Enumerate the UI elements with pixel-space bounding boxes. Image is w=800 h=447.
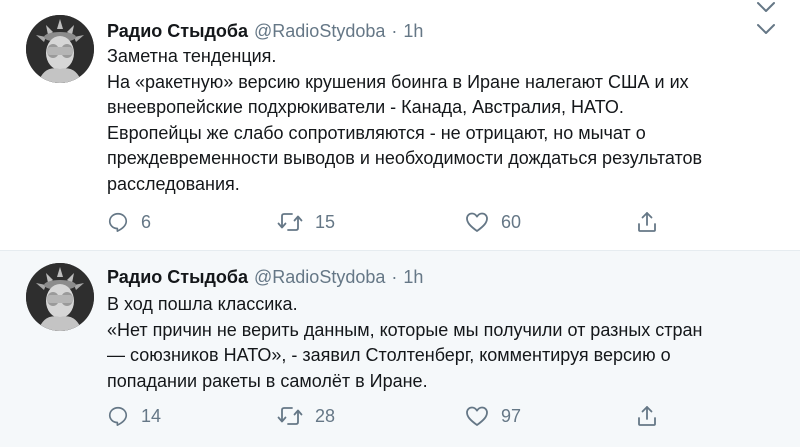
tweet-text-line: преждевременности выводов и необходимост… bbox=[107, 148, 703, 168]
tweet-actions: 14 28 97 bbox=[107, 401, 787, 431]
chevron-down-icon bbox=[757, 2, 775, 12]
tweet-text-line: попадании ракеты в самолёт в Иране. bbox=[107, 370, 428, 391]
tweet-feed: Радио Стыдоба @RadioStydoba · 1h Заметна… bbox=[0, 0, 800, 447]
retweet-icon bbox=[277, 407, 303, 425]
tweet-text-line: «Нет причин не верить данным, которые мы… bbox=[107, 319, 703, 340]
like-button[interactable]: 97 bbox=[465, 401, 521, 431]
like-button[interactable]: 60 bbox=[465, 207, 521, 237]
tweet-header: Радио Стыдоба @RadioStydoba · 1h bbox=[107, 18, 423, 44]
retweet-button[interactable]: 15 bbox=[277, 207, 335, 237]
reply-count: 6 bbox=[141, 211, 152, 232]
tweet[interactable]: Радио Стыдоба @RadioStydoba · 1h Заметна… bbox=[0, 0, 800, 250]
reply-count: 14 bbox=[141, 405, 162, 426]
tweet-menu-button[interactable] bbox=[756, 22, 776, 36]
like-icon bbox=[466, 406, 488, 426]
tweet-text-line: внеевропейские подхрюкиватели - Канада, … bbox=[107, 97, 624, 117]
avatar[interactable] bbox=[26, 15, 94, 83]
retweet-button[interactable]: 28 bbox=[277, 401, 335, 431]
separator-dot: · bbox=[391, 266, 398, 287]
tweet-text-line: Заметна тенденция. bbox=[107, 46, 277, 66]
tweet-menu-button[interactable] bbox=[756, 0, 776, 14]
reply-icon bbox=[108, 406, 128, 426]
tweet-text-line: На «ракетную» версию крушения боинга в И… bbox=[107, 71, 689, 92]
reply-button[interactable]: 14 bbox=[107, 401, 161, 431]
timestamp[interactable]: 1h bbox=[403, 21, 423, 42]
like-count: 97 bbox=[501, 405, 522, 426]
avatar[interactable] bbox=[26, 263, 94, 331]
separator-dot: · bbox=[391, 20, 398, 41]
chevron-down-icon bbox=[757, 24, 775, 34]
author-handle[interactable]: @RadioStydoba bbox=[254, 267, 385, 288]
tweet-text-line: расследования. bbox=[107, 173, 240, 194]
share-icon bbox=[638, 406, 656, 426]
tweet-header: Радио Стыдоба @RadioStydoba · 1h bbox=[107, 264, 423, 290]
tweet-text: В ход пошла классика. «Нет причин не вер… bbox=[107, 292, 787, 394]
like-count: 60 bbox=[501, 211, 522, 232]
retweet-icon bbox=[277, 213, 303, 231]
tweet-text-line: — союзников НАТО», - заявил Столтенберг,… bbox=[107, 345, 671, 365]
author-name[interactable]: Радио Стыдоба bbox=[107, 267, 248, 288]
retweet-count: 28 bbox=[315, 405, 336, 426]
tweet-text-line: Европейцы же слабо сопротивляются - не о… bbox=[107, 122, 646, 143]
like-icon bbox=[466, 212, 488, 232]
tweet-actions: 6 15 60 bbox=[107, 207, 787, 237]
share-button[interactable] bbox=[635, 207, 659, 237]
tweet-text-line: В ход пошла классика. bbox=[107, 294, 298, 314]
timestamp[interactable]: 1h bbox=[403, 267, 423, 288]
author-handle[interactable]: @RadioStydoba bbox=[254, 21, 385, 42]
share-icon bbox=[638, 212, 656, 232]
author-name[interactable]: Радио Стыдоба bbox=[107, 21, 248, 42]
tweet-text: Заметна тенденция. На «ракетную» версию … bbox=[107, 44, 787, 197]
retweet-count: 15 bbox=[315, 211, 336, 232]
reply-button[interactable]: 6 bbox=[107, 207, 151, 237]
share-button[interactable] bbox=[635, 401, 659, 431]
reply-icon bbox=[108, 212, 128, 232]
tweet[interactable]: Радио Стыдоба @RadioStydoba · 1h В ход п… bbox=[0, 251, 800, 447]
